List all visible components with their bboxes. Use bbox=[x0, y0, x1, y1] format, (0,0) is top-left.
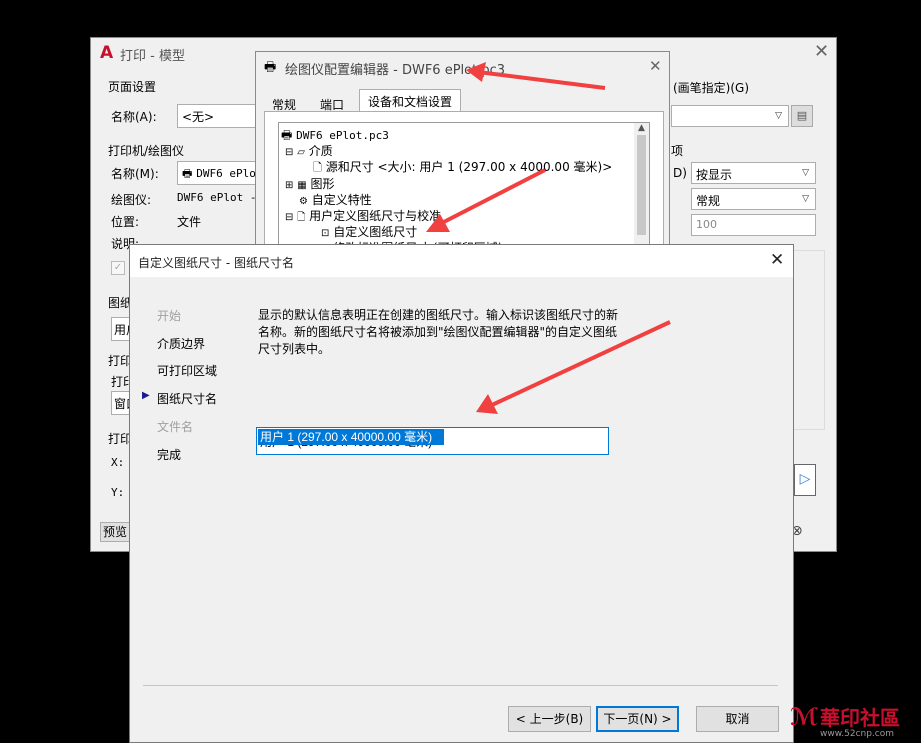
printer-group-label: 打印机/绘图仪 bbox=[108, 144, 185, 158]
scroll-thumb[interactable] bbox=[637, 135, 646, 235]
plot-style-combo[interactable]: ▽ bbox=[671, 105, 789, 127]
shade-label: D) bbox=[673, 166, 687, 180]
input-selection-highlight: 用户 1 (297.00 x 40000.00 毫米) bbox=[258, 429, 444, 445]
media-icon: ▱ bbox=[297, 147, 305, 158]
tab-device-document[interactable]: 设备和文档设置 bbox=[359, 89, 462, 113]
autocad-logo-icon: A bbox=[100, 43, 114, 63]
preview-button[interactable]: 预览 bbox=[100, 522, 130, 542]
plotter-config-editor: 🖶 绘图仪配置编辑器 - DWF6 ePlot.pc3 ✕ 常规 端口 设备和文… bbox=[255, 51, 670, 252]
quality-combo[interactable]: 常规 ▽ bbox=[691, 188, 816, 210]
step-media-bounds: 介质边界 bbox=[157, 337, 206, 351]
step-file-name: 文件名 bbox=[157, 420, 194, 434]
document-icon: 🗋 bbox=[297, 212, 306, 223]
offset-y-label: Y: bbox=[111, 486, 125, 499]
custom-paper-size-wizard: 自定义图纸尺寸 - 图纸尺寸名 ✕ ▶ 显示的默认信息表明正在创建的图纸尺寸。输… bbox=[129, 244, 794, 743]
tree-item-custom-properties[interactable]: ⚙ 自定义特性 bbox=[299, 191, 372, 208]
printer-name-combo[interactable]: 🖶 DWF6 ePlot.pc3 bbox=[177, 161, 257, 185]
paper-orientation-icon: ▷ bbox=[794, 464, 816, 496]
plotter-window-icon: 🖶 bbox=[264, 60, 277, 75]
expand-icon: ⊞ bbox=[285, 180, 294, 191]
location-value: 文件 bbox=[177, 215, 202, 229]
plot-style-edit-icon[interactable]: ▤ bbox=[791, 105, 813, 127]
location-label: 位置: bbox=[111, 215, 140, 229]
chevron-down-icon: ▽ bbox=[775, 111, 782, 121]
print-dialog-title: 打印 - 模型 bbox=[120, 49, 185, 64]
print-close-icon[interactable]: ✕ bbox=[814, 41, 829, 62]
custom-size-icon: ⊡ bbox=[321, 228, 330, 239]
plotter-label: 绘图仪: bbox=[111, 193, 152, 207]
page-setup-name-combo[interactable]: <无> bbox=[177, 104, 257, 128]
printer-icon: 🖶 bbox=[281, 128, 293, 142]
tree-item-graphics[interactable]: ⊞ ▦ 图形 bbox=[285, 175, 335, 192]
wizard-close-icon[interactable]: ✕ bbox=[770, 250, 784, 270]
tree-item-media[interactable]: ⊟ ▱ 介质 bbox=[285, 142, 333, 159]
step-printable-area: 可打印区域 bbox=[157, 364, 218, 378]
next-button[interactable]: 下一页(N) > bbox=[596, 706, 679, 732]
tree-item-source-size[interactable]: 🗋 源和尺寸 <大小: 用户 1 (297.00 x 4000.00 毫米)> bbox=[313, 158, 612, 178]
step-paper-size-name: 图纸尺寸名 bbox=[157, 392, 218, 406]
plotter-value: DWF6 ePlot - bbox=[177, 191, 257, 204]
watermark-logo: ℳ 華印社區 www.52cnp.com bbox=[790, 700, 921, 743]
step-start: 开始 bbox=[157, 309, 182, 323]
watermark-url: www.52cnp.com bbox=[820, 729, 895, 739]
tree-scrollbar[interactable]: ▲ bbox=[634, 123, 649, 251]
options-label: 项 bbox=[671, 144, 684, 158]
current-step-indicator-icon: ▶ bbox=[142, 390, 150, 401]
cancel-button[interactable]: 取消 bbox=[696, 706, 779, 732]
plot-style-label: (画笔指定)(G) bbox=[673, 81, 750, 95]
collapse-icon: ⊟ bbox=[285, 147, 294, 158]
printer-icon: 🖶 bbox=[182, 167, 193, 180]
dpi-field[interactable]: 100 bbox=[691, 214, 816, 236]
page-setup-group-label: 页面设置 bbox=[108, 80, 157, 94]
plot-to-file-checkbox[interactable]: ✓ bbox=[111, 261, 125, 275]
device-tree[interactable]: 🖶 DWF6 ePlot.pc3 ⊟ ▱ 介质 🗋 源和尺寸 <大小: 用户 1… bbox=[278, 122, 650, 252]
chevron-down-icon: ▽ bbox=[802, 168, 809, 178]
page-setup-name-label: 名称(A): bbox=[111, 110, 157, 124]
properties-icon: ⚙ bbox=[299, 196, 308, 207]
plot-area-combo[interactable]: 窗口 bbox=[111, 391, 131, 415]
step-finish: 完成 bbox=[157, 448, 182, 462]
printer-name-label: 名称(M): bbox=[111, 167, 159, 181]
page-icon: 🗋 bbox=[313, 161, 322, 174]
graphics-icon: ▦ bbox=[297, 180, 307, 191]
back-button[interactable]: < 上一步(B) bbox=[508, 706, 591, 732]
chevron-down-icon: ▽ bbox=[802, 194, 809, 204]
wizard-description: 显示的默认信息表明正在创建的图纸尺寸。输入标识该图纸尺寸的新名称。新的图纸尺寸名… bbox=[258, 308, 619, 356]
editor-title: 绘图仪配置编辑器 - DWF6 ePlot.pc3 bbox=[285, 63, 506, 78]
scroll-up-icon[interactable]: ▲ bbox=[634, 123, 649, 133]
wizard-separator bbox=[143, 685, 778, 686]
watermark-logo-icon: ℳ bbox=[790, 703, 819, 731]
tree-item-custom-paper-sizes[interactable]: ⊡ 自定义图纸尺寸 bbox=[321, 223, 417, 240]
wizard-title: 自定义图纸尺寸 - 图纸尺寸名 bbox=[138, 256, 294, 270]
watermark-text: 華印社區 bbox=[820, 706, 900, 730]
offset-x-label: X: bbox=[111, 456, 125, 469]
collapse-icon: ⊟ bbox=[285, 212, 294, 223]
shade-plot-combo[interactable]: 按显示 ▽ bbox=[691, 162, 816, 184]
paper-size-combo[interactable]: 用户 bbox=[111, 317, 131, 341]
editor-close-icon[interactable]: ✕ bbox=[649, 57, 662, 75]
